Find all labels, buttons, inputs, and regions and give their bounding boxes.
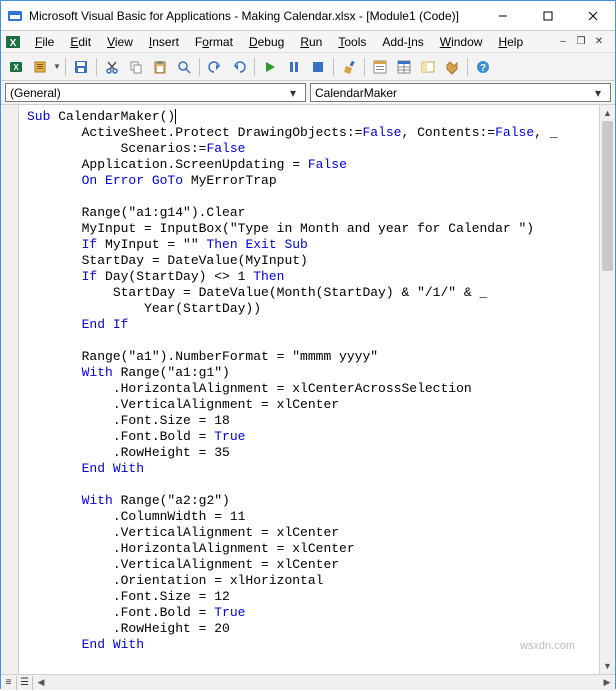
menu-window[interactable]: Window <box>432 33 491 51</box>
separator <box>199 58 200 76</box>
find-icon[interactable] <box>173 56 195 78</box>
minimize-button[interactable] <box>480 1 525 31</box>
toolbox-icon[interactable] <box>441 56 463 78</box>
object-combo[interactable]: (General) ▾ <box>5 83 306 102</box>
properties-window-icon[interactable] <box>393 56 415 78</box>
titlebar: Microsoft Visual Basic for Applications … <box>1 1 615 31</box>
svg-text:X: X <box>13 63 19 72</box>
hscroll-track[interactable] <box>49 675 599 690</box>
horizontal-scrollbar: ≡ ☰ ◀ ▶ <box>1 674 615 690</box>
insert-module-icon[interactable] <box>29 56 51 78</box>
code-text[interactable]: Sub CalendarMaker() ActiveSheet.Protect … <box>19 105 599 674</box>
run-icon[interactable] <box>259 56 281 78</box>
separator <box>96 58 97 76</box>
redo-icon[interactable] <box>228 56 250 78</box>
full-module-view-icon[interactable]: ☰ <box>17 676 33 690</box>
maximize-button[interactable] <box>525 1 570 31</box>
separator <box>254 58 255 76</box>
help-icon[interactable]: ? <box>472 56 494 78</box>
mdi-minimize-button[interactable]: – <box>555 35 571 49</box>
separator <box>333 58 334 76</box>
object-combo-value: (General) <box>10 86 285 100</box>
vba-app-icon <box>7 8 23 24</box>
scroll-right-icon[interactable]: ▶ <box>599 675 615 691</box>
view-excel-icon[interactable]: X <box>5 56 27 78</box>
menu-format[interactable]: Format <box>187 33 241 51</box>
menu-tools[interactable]: Tools <box>330 33 374 51</box>
break-icon[interactable] <box>283 56 305 78</box>
menu-edit[interactable]: Edit <box>62 33 99 51</box>
scrollbar-thumb[interactable] <box>602 121 613 271</box>
menu-run[interactable]: Run <box>292 33 330 51</box>
menu-debug[interactable]: Debug <box>241 33 292 51</box>
close-button[interactable] <box>570 1 615 31</box>
mdi-close-button[interactable]: ✕ <box>591 35 607 49</box>
object-procedure-bar: (General) ▾ CalendarMaker ▾ <box>1 81 615 105</box>
save-icon[interactable] <box>70 56 92 78</box>
chevron-down-icon: ▾ <box>590 86 606 100</box>
insert-dropdown-icon[interactable]: ▼ <box>53 62 61 71</box>
code-editor[interactable]: Sub CalendarMaker() ActiveSheet.Protect … <box>1 105 615 674</box>
vertical-scrollbar[interactable]: ▲ ▼ <box>599 105 615 674</box>
scroll-down-icon[interactable]: ▼ <box>600 658 615 674</box>
margin-indicator-bar <box>1 105 19 674</box>
project-explorer-icon[interactable] <box>369 56 391 78</box>
svg-text:?: ? <box>480 63 486 74</box>
menu-insert[interactable]: Insert <box>141 33 187 51</box>
separator <box>467 58 468 76</box>
procedure-combo-value: CalendarMaker <box>315 86 590 100</box>
window-title: Microsoft Visual Basic for Applications … <box>29 9 480 23</box>
undo-icon[interactable] <box>204 56 226 78</box>
menu-addins[interactable]: Add-Ins <box>374 33 431 51</box>
scroll-left-icon[interactable]: ◀ <box>33 675 49 691</box>
svg-text:X: X <box>10 38 17 49</box>
object-browser-icon[interactable] <box>417 56 439 78</box>
menu-file[interactable]: File <box>27 33 62 51</box>
procedure-view-icon[interactable]: ≡ <box>1 676 17 690</box>
toolbar: X ▼ ? <box>1 53 615 81</box>
menu-help[interactable]: Help <box>490 33 531 51</box>
excel-icon: X <box>5 34 21 50</box>
separator <box>65 58 66 76</box>
menu-view[interactable]: View <box>99 33 141 51</box>
procedure-combo[interactable]: CalendarMaker ▾ <box>310 83 611 102</box>
cut-icon[interactable] <box>101 56 123 78</box>
design-mode-icon[interactable] <box>338 56 360 78</box>
chevron-down-icon: ▾ <box>285 86 301 100</box>
reset-icon[interactable] <box>307 56 329 78</box>
copy-icon[interactable] <box>125 56 147 78</box>
scroll-up-icon[interactable]: ▲ <box>600 105 615 121</box>
paste-icon[interactable] <box>149 56 171 78</box>
menubar: X File Edit View Insert Format Debug Run… <box>1 31 615 53</box>
mdi-restore-button[interactable]: ❐ <box>573 35 589 49</box>
separator <box>364 58 365 76</box>
